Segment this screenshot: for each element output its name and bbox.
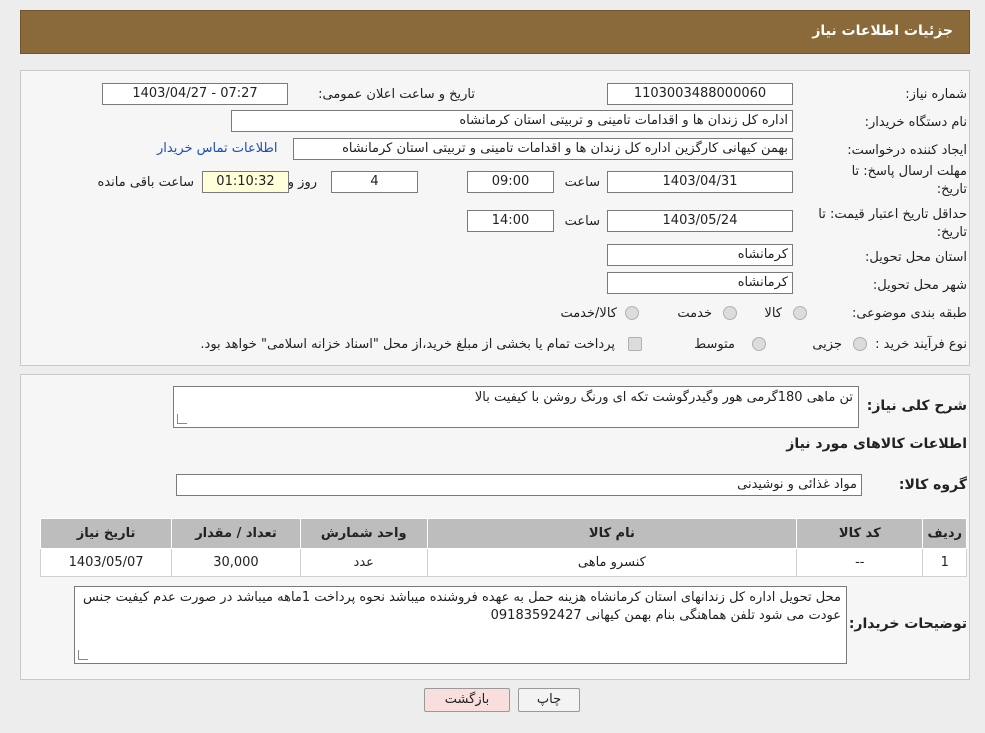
goods-table-wrapper: ردیف کد کالا نام کالا واحد شمارش تعداد /… [39,518,967,577]
process-medium-radio[interactable] [752,337,766,351]
summary-label: شرح کلی نیاز: [866,398,967,414]
cell-code: -- [796,548,924,577]
category-goods-radio[interactable] [793,306,807,320]
goods-group-field[interactable]: مواد غذائی و نوشیدنی [176,474,862,496]
buyer-org-label: نام دستگاه خریدار: [864,115,967,130]
need-number-field[interactable]: 1103003488000060 [607,83,793,105]
page-header: جزئیات اطلاعات نیاز [20,10,970,54]
days-label: روز و [287,175,317,190]
goods-info-title: اطلاعات کالاهای مورد نیاز [786,436,967,452]
announce-label: تاریخ و ساعت اعلان عمومی: [318,87,475,102]
col-header-row-number: ردیف [922,518,967,549]
cell-unit: عدد [299,548,428,577]
creator-field[interactable]: بهمن کیهانی کارگزین اداره کل زندان ها و … [293,138,793,160]
deadline-label-line1: مهلت ارسال پاسخ: تا [851,164,967,179]
cell-quantity: 30,000 [171,548,301,577]
category-goods-service-radio[interactable] [625,306,639,320]
city-field[interactable]: کرمانشاه [607,272,793,294]
need-number-label: شماره نیاز: [905,87,967,102]
deadline-label-line2: تاریخ: [936,182,967,197]
goods-table-header-row: ردیف کد کالا نام کالا واحد شمارش تعداد /… [39,518,967,549]
treasury-checkbox[interactable] [628,337,642,351]
col-header-code: کد کالا [796,518,924,549]
category-label: طبقه بندی موضوعی: [851,306,967,321]
page-title: جزئیات اطلاعات نیاز [812,23,953,39]
process-minor-label: جزیی [812,337,842,352]
creator-label: ایجاد کننده درخواست: [847,143,967,158]
category-service-label: خدمت [677,306,712,321]
validity-label: حداقل تاریخ اعتبار قیمت: تا تاریخ: [818,206,967,242]
col-header-name: نام کالا [426,518,798,549]
process-label: نوع فرآیند خرید : [875,337,967,352]
deadline-time-field[interactable]: 09:00 [467,171,554,193]
city-label: شهر محل تحویل: [872,278,967,293]
summary-textarea[interactable]: تن ماهی 180گرمی هور وگیدرگوشت تکه ای ورن… [173,386,859,428]
buyer-org-field[interactable]: اداره کل زندان ها و اقدامات تامینی و ترب… [231,110,793,132]
announce-field[interactable]: 1403/04/27 - 07:27 [102,83,288,105]
contact-info-link[interactable]: اطلاعات تماس خریدار [157,141,277,156]
deadline-label: مهلت ارسال پاسخ: تا تاریخ: [852,163,967,199]
resize-handle-icon[interactable] [78,650,88,660]
back-button[interactable]: بازگشت [424,688,510,712]
goods-group-label: گروه کالا: [898,477,967,493]
resize-handle-icon[interactable] [177,414,187,424]
category-goods-service-label: کالا/خدمت [560,306,617,321]
days-field[interactable]: 4 [331,171,418,193]
validity-time-label: ساعت [564,214,600,229]
deadline-date-field[interactable]: 1403/04/31 [607,171,793,193]
province-label: استان محل تحویل: [865,250,967,265]
category-service-radio[interactable] [723,306,737,320]
table-row[interactable]: 1 -- کنسرو ماهی عدد 30,000 1403/05/07 [39,548,967,577]
remaining-time-field[interactable]: 01:10:32 [202,171,289,193]
cell-need-date: 1403/05/07 [39,548,173,577]
process-note: پرداخت تمام یا بخشی از مبلغ خرید،از محل … [200,337,615,352]
col-header-quantity: تعداد / مقدار [171,518,301,549]
process-medium-label: متوسط [694,337,735,352]
cell-name: کنسرو ماهی [426,548,798,577]
summary-text: تن ماهی 180گرمی هور وگیدرگوشت تکه ای ورن… [474,390,853,405]
province-field[interactable]: کرمانشاه [607,244,793,266]
remaining-label: ساعت باقی مانده [97,175,194,190]
category-goods-label: کالا [764,306,782,321]
col-header-need-date: تاریخ نیاز [39,518,173,549]
buyer-notes-label: توضیحات خریدار: [848,616,967,632]
goods-table: ردیف کد کالا نام کالا واحد شمارش تعداد /… [39,518,967,577]
validity-label-line2: تاریخ: [936,225,967,240]
buyer-notes-textarea[interactable]: محل تحویل اداره کل زندانهای استان کرمانش… [74,586,847,664]
buyer-notes-text: محل تحویل اداره کل زندانهای استان کرمانش… [82,590,841,623]
cell-row-number: 1 [922,548,967,577]
print-button[interactable]: چاپ [518,688,580,712]
process-minor-radio[interactable] [853,337,867,351]
validity-label-line1: حداقل تاریخ اعتبار قیمت: تا [818,207,967,222]
validity-date-field[interactable]: 1403/05/24 [607,210,793,232]
validity-time-field[interactable]: 14:00 [467,210,554,232]
deadline-time-label: ساعت [564,175,600,190]
col-header-unit: واحد شمارش [299,518,428,549]
